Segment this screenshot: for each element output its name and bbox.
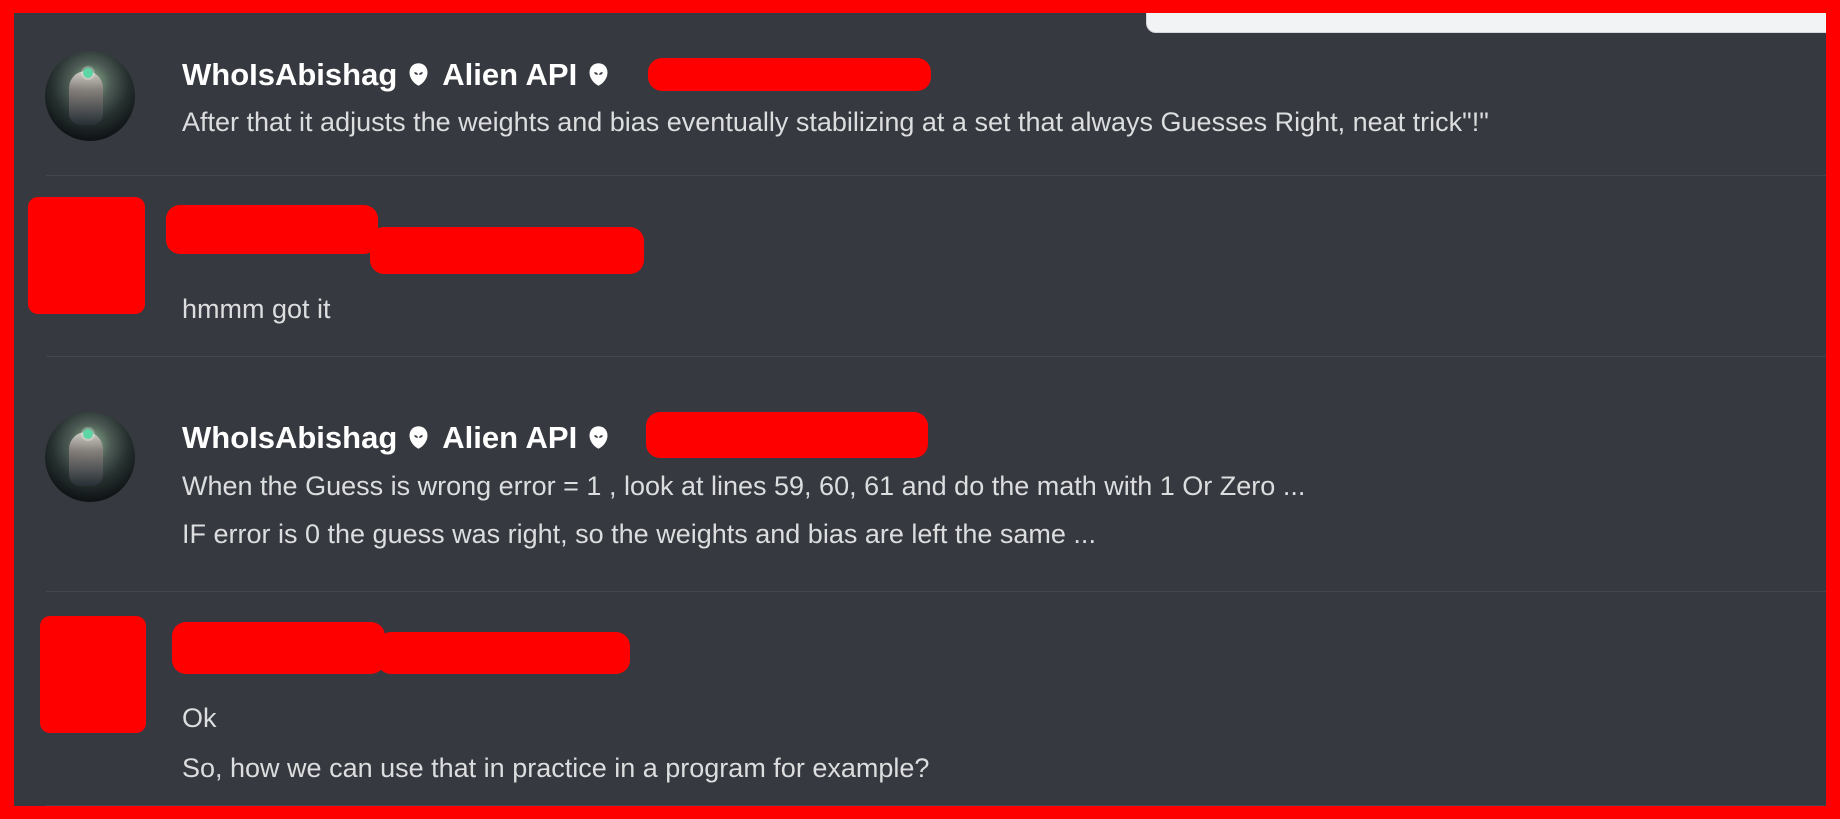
username[interactable]: WhoIsAbishag (182, 422, 397, 453)
message-2: hmmm got it (14, 195, 1826, 345)
avatar[interactable] (45, 412, 135, 502)
role-label: Alien API (442, 57, 578, 92)
message-1: WhoIsAbishag Alien API After that it adj… (14, 31, 1826, 186)
message-text: So, how we can use that in practice in a… (182, 753, 930, 783)
message-text: hmmm got it (182, 294, 331, 324)
message-text: When the Guess is wrong error = 1 , look… (182, 471, 1306, 501)
redacted-username (166, 205, 378, 254)
message-text: Ok (182, 703, 217, 733)
message-3: WhoIsAbishag Alien API When the Guess is… (14, 394, 1826, 599)
avatar[interactable] (45, 51, 135, 141)
message-divider (46, 591, 1826, 592)
redacted-username-extra (377, 632, 630, 674)
message-4: Ok So, how we can use that in practice i… (14, 614, 1826, 804)
role-label: Alien API (442, 420, 578, 455)
message-text: IF error is 0 the guess was right, so th… (182, 519, 1096, 549)
message-text: After that it adjusts the weights and bi… (182, 107, 1489, 137)
username[interactable]: WhoIsAbishag (182, 59, 397, 90)
redacted-username (172, 622, 385, 674)
message-header: WhoIsAbishag Alien API (182, 59, 612, 90)
top-search-bar[interactable] (1146, 13, 1826, 33)
chat-panel: WhoIsAbishag Alien API After that it adj… (14, 13, 1826, 806)
redacted-label (648, 58, 931, 91)
message-header: WhoIsAbishag Alien API (182, 422, 612, 453)
message-divider (46, 175, 1826, 176)
message-divider (46, 356, 1826, 357)
redacted-username-extra (370, 227, 644, 274)
alien-icon (585, 61, 612, 88)
alien-icon (405, 424, 432, 451)
message-divider (46, 805, 1826, 806)
alien-icon (585, 424, 612, 451)
avatar-redacted (28, 197, 145, 314)
redacted-label (646, 412, 928, 458)
alien-icon (405, 61, 432, 88)
avatar-redacted (40, 616, 146, 733)
